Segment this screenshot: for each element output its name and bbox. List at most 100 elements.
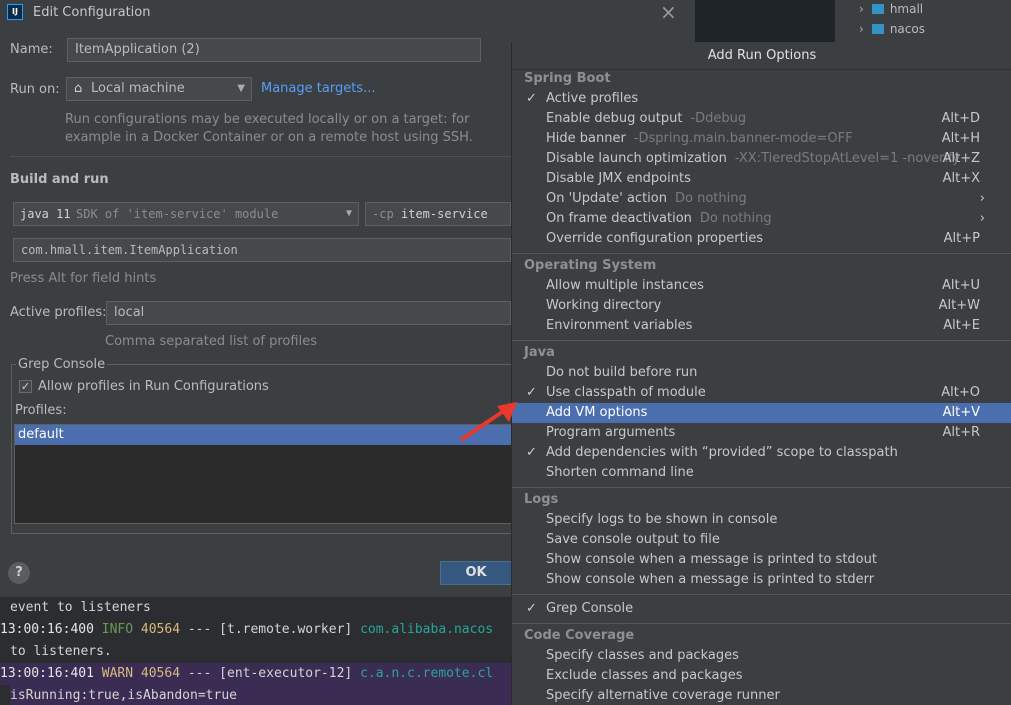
menu-item[interactable]: Show console when a message is printed t… <box>512 550 1011 570</box>
menu-item-label: Active profiles <box>546 91 639 106</box>
chevron-down-icon: ▼ <box>237 83 245 94</box>
active-profiles-field[interactable]: local <box>106 301 511 325</box>
menu-item[interactable]: Show console when a message is printed t… <box>512 570 1011 590</box>
chevron-right-icon: › <box>979 191 985 206</box>
menu-item-label: Environment variables <box>546 318 693 333</box>
menu-item[interactable]: Specify logs to be shown in console <box>512 510 1011 530</box>
add-run-options-popup: Add Run Options Spring Boot ✓ Active profi… <box>511 42 1011 705</box>
home-icon: ⌂ <box>74 81 83 96</box>
run-on-select[interactable]: ⌂ Local machine ▼ <box>66 77 252 101</box>
help-button[interactable]: ? <box>8 562 30 584</box>
menu-item[interactable]: Specify classes and packages <box>512 646 1011 666</box>
menu-item-label: Specify classes and packages <box>546 648 739 663</box>
jdk-select[interactable]: java 11 SDK of 'item-service' module ▼ <box>13 202 359 226</box>
menu-item-shortcut: Alt+O <box>941 385 980 400</box>
profiles-list[interactable]: default <box>14 424 512 524</box>
field-hint-text: Press Alt for field hints <box>10 271 157 286</box>
run-console: event to listeners 13:00:16:400 INFO 405… <box>0 597 512 705</box>
menu-item[interactable]: ✓ Grep Console <box>512 599 1011 619</box>
menu-item[interactable]: Specify alternative coverage runner <box>512 686 1011 705</box>
menu-item-shortcut: Alt+P <box>943 231 980 246</box>
grep-console-group-title: Grep Console <box>16 357 108 372</box>
menu-item[interactable]: Enable debug output -Ddebug Alt+D <box>512 109 1011 129</box>
close-icon[interactable]: × <box>660 1 677 23</box>
module-folder-icon <box>871 24 884 34</box>
run-on-label: Run on: <box>10 82 60 97</box>
menu-item[interactable]: ✓ Add dependencies with “provided” scope … <box>512 443 1011 463</box>
menu-group-heading: Logs <box>524 492 559 507</box>
menu-item[interactable]: On frame deactivation Do nothing › <box>512 209 1011 229</box>
menu-item-label: Disable JMX endpoints <box>546 171 691 186</box>
menu-item[interactable]: Add VM options Alt+V <box>512 403 1011 423</box>
menu-group-heading: Code Coverage <box>524 628 635 643</box>
annotation-arrow-shaft <box>459 408 507 442</box>
allow-profiles-checkbox[interactable]: ✓ <box>19 380 32 393</box>
menu-item-shortcut: Alt+V <box>942 405 980 420</box>
check-icon: ✓ <box>526 445 537 460</box>
ok-button[interactable]: OK <box>440 561 512 585</box>
background-editor-strip <box>695 0 835 42</box>
menu-item[interactable]: Exclude classes and packages <box>512 666 1011 686</box>
menu-item-label: On 'Update' action <box>546 191 667 206</box>
module-folder-icon <box>871 4 884 14</box>
tree-item-hmall[interactable]: › hmall <box>859 2 923 16</box>
menu-group-heading: Operating System <box>524 258 657 273</box>
list-item[interactable]: default <box>15 425 511 445</box>
menu-item-description: -XX:TieredStopAtLevel=1 -noverify <box>734 151 961 166</box>
menu-separator <box>512 340 1011 341</box>
menu-item[interactable]: Working directory Alt+W <box>512 296 1011 316</box>
menu-item-label: Do not build before run <box>546 365 698 380</box>
menu-item-shortcut: Alt+H <box>941 131 980 146</box>
menu-item[interactable]: ✓ Use classpath of module Alt+O <box>512 383 1011 403</box>
menu-item[interactable]: On 'Update' action Do nothing › <box>512 189 1011 209</box>
menu-item-shortcut: Alt+D <box>941 111 980 126</box>
chevron-right-icon: › <box>859 2 864 16</box>
console-line: isRunning:true,isAbandon=true <box>10 685 512 705</box>
console-line: 13:00:16:400 INFO 40564 --- [t.remote.wo… <box>0 622 494 637</box>
menu-item-label: Specify alternative coverage runner <box>546 688 780 703</box>
menu-item[interactable]: Disable JMX endpoints Alt+X <box>512 169 1011 189</box>
menu-item[interactable]: Override configuration properties Alt+P <box>512 229 1011 249</box>
menu-item[interactable]: Save console output to file <box>512 530 1011 550</box>
menu-item-shortcut: Alt+U <box>941 278 980 293</box>
menu-item[interactable]: Hide banner -Dspring.main.banner-mode=OFF… <box>512 129 1011 149</box>
menu-item[interactable]: Environment variables Alt+E <box>512 316 1011 336</box>
menu-item-label: Override configuration properties <box>546 231 764 246</box>
menu-item[interactable]: Allow multiple instances Alt+U <box>512 276 1011 296</box>
name-field[interactable]: ItemApplication (2) <box>67 38 481 62</box>
menu-item[interactable]: Shorten command line <box>512 463 1011 483</box>
menu-item-label: Enable debug output <box>546 111 683 126</box>
menu-item-description: Do nothing <box>699 211 772 226</box>
check-icon: ✓ <box>526 91 537 106</box>
name-label: Name: <box>10 42 53 57</box>
menu-separator <box>512 623 1011 624</box>
menu-separator <box>512 594 1011 595</box>
allow-profiles-label: Allow profiles in Run Configurations <box>38 379 269 394</box>
manage-targets-link[interactable]: Manage targets... <box>261 81 375 96</box>
check-icon: ✓ <box>526 601 537 616</box>
menu-item-label: Shorten command line <box>546 465 694 480</box>
menu-item-label: Show console when a message is printed t… <box>546 552 877 567</box>
menu-item-label: Disable launch optimization <box>546 151 727 166</box>
menu-separator <box>512 487 1011 488</box>
check-icon: ✓ <box>526 385 537 400</box>
run-on-hint-line1: Run configurations may be executed local… <box>65 112 470 127</box>
menu-separator <box>512 253 1011 254</box>
intellij-app-icon: IJ <box>7 4 23 20</box>
menu-item-label: Working directory <box>546 298 662 313</box>
menu-item[interactable]: Do not build before run <box>512 363 1011 383</box>
menu-item-label: Add dependencies with “provided” scope t… <box>546 445 898 460</box>
tree-item-nacos[interactable]: › nacos <box>859 22 925 36</box>
main-class-field[interactable]: com.hmall.item.ItemApplication <box>13 238 511 262</box>
menu-item[interactable]: Program arguments Alt+R <box>512 423 1011 443</box>
dialog-titlebar: IJ Edit Configuration × <box>0 0 695 26</box>
menu-item[interactable]: ✓ Active profiles <box>512 89 1011 109</box>
menu-group-heading: Spring Boot <box>524 71 611 86</box>
menu-item-shortcut: Alt+X <box>942 171 980 186</box>
classpath-module-select[interactable]: -cp item-service <box>365 202 511 226</box>
menu-item[interactable]: Disable launch optimization -XX:TieredSto… <box>512 149 1011 169</box>
menu-item-shortcut: Alt+W <box>938 298 980 313</box>
console-line: to listeners. <box>10 644 112 659</box>
chevron-right-icon: › <box>859 22 864 36</box>
menu-item-label: On frame deactivation <box>546 211 692 226</box>
